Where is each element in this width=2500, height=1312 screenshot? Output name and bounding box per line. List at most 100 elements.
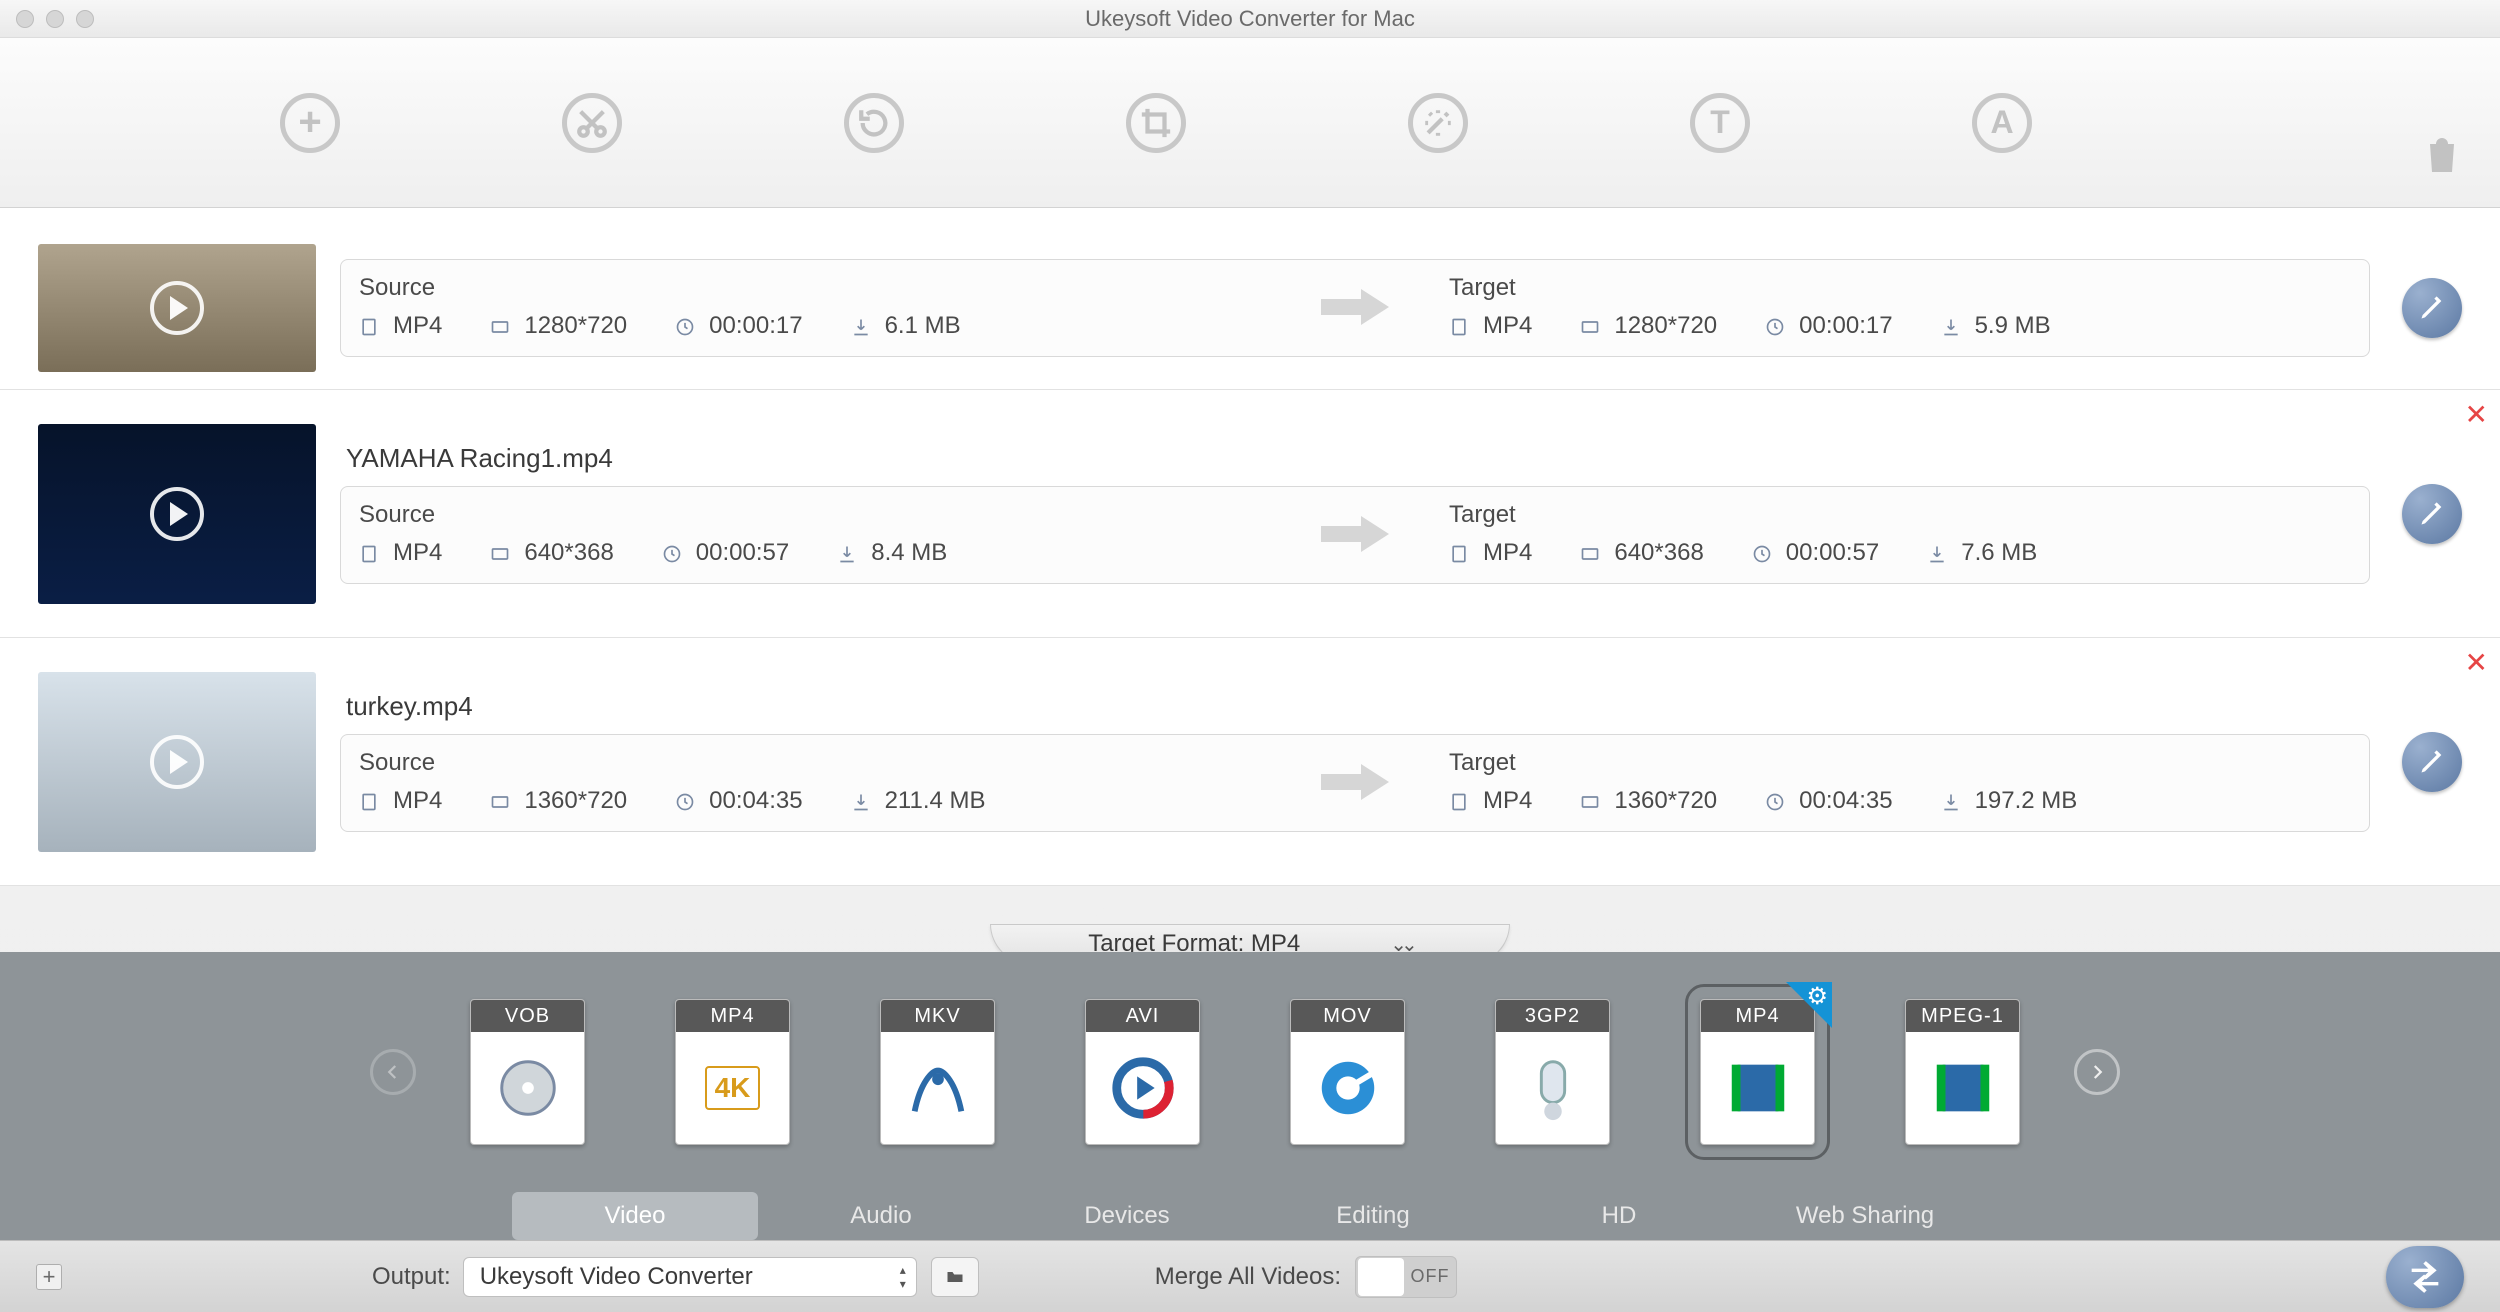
- resolution-icon: [490, 543, 510, 563]
- tab-editing[interactable]: Editing: [1250, 1192, 1496, 1240]
- duration-icon: [1765, 316, 1785, 336]
- source-duration: 00:00:17: [709, 312, 802, 340]
- format-tile-mpeg-1[interactable]: MPEG-1: [1905, 999, 2020, 1145]
- convert-button[interactable]: [2386, 1246, 2464, 1308]
- target-size: 197.2 MB: [1975, 787, 2078, 815]
- format-tile-label: MKV: [881, 1000, 994, 1032]
- remove-item-button[interactable]: ✕: [2465, 646, 2488, 679]
- size-icon: [837, 543, 857, 563]
- watermark-button[interactable]: A: [1972, 93, 2032, 153]
- target-resolution: 640*368: [1614, 539, 1703, 567]
- tab-video[interactable]: Video: [512, 1192, 758, 1240]
- edit-item-button[interactable]: [2402, 732, 2462, 792]
- remove-item-button[interactable]: ✕: [2465, 398, 2488, 431]
- list-item[interactable]: ✕ YAMAHA Racing1.mp4 Source MP4 640*368 …: [0, 390, 2500, 638]
- format-tile-mov[interactable]: MOV: [1290, 999, 1405, 1145]
- resolution-icon: [1580, 791, 1600, 811]
- merge-toggle[interactable]: OFF: [1355, 1256, 1457, 1298]
- merge-state: OFF: [1404, 1266, 1456, 1287]
- file-name: YAMAHA Racing1.mp4: [346, 443, 2370, 474]
- source-resolution: 1360*720: [524, 787, 627, 815]
- source-label: Source: [359, 501, 1261, 529]
- titlebar: Ukeysoft Video Converter for Mac: [0, 0, 2500, 38]
- play-icon[interactable]: [150, 487, 204, 541]
- tab-hd[interactable]: HD: [1496, 1192, 1742, 1240]
- format-category-tabs: VideoAudioDevicesEditingHDWeb Sharing: [0, 1192, 2500, 1240]
- format-tile-mp4[interactable]: MP4: [1700, 999, 1815, 1145]
- target-size: 7.6 MB: [1961, 539, 2037, 567]
- format-tile-icon: [1928, 1032, 1998, 1144]
- tab-devices[interactable]: Devices: [1004, 1192, 1250, 1240]
- combo-stepper-icon: ▴▾: [900, 1263, 906, 1291]
- target-format: MP4: [1483, 539, 1532, 567]
- target-size: 5.9 MB: [1975, 312, 2051, 340]
- format-tile-icon: [1518, 1032, 1588, 1144]
- target-format: MP4: [1483, 312, 1532, 340]
- tab-audio[interactable]: Audio: [758, 1192, 1004, 1240]
- resolution-icon: [1580, 316, 1600, 336]
- format-strip: VOB MP44K MKV AVI MOV 3GP2 MP4 MPEG-1: [0, 952, 2500, 1192]
- formats-next-button[interactable]: [2074, 1049, 2120, 1095]
- format-tile-icon: [1313, 1032, 1383, 1144]
- format-icon: [359, 316, 379, 336]
- subtitle-button[interactable]: T: [1690, 93, 1750, 153]
- source-format: MP4: [393, 787, 442, 815]
- list-item[interactable]: Source MP4 1280*720 00:00:17 6.1 MB Targ…: [0, 208, 2500, 390]
- duration-icon: [675, 316, 695, 336]
- edit-item-button[interactable]: [2402, 278, 2462, 338]
- source-format: MP4: [393, 539, 442, 567]
- size-icon: [1927, 543, 1947, 563]
- formats-prev-button[interactable]: [370, 1049, 416, 1095]
- arrow-icon: [1321, 762, 1389, 802]
- effect-button[interactable]: [1408, 93, 1468, 153]
- toggle-knob: [1358, 1258, 1404, 1296]
- target-resolution: 1280*720: [1614, 312, 1717, 340]
- source-target-panel: Source MP4 640*368 00:00:57 8.4 MB Targe…: [340, 486, 2370, 584]
- format-tile-icon: [1723, 1032, 1793, 1144]
- video-thumbnail[interactable]: [38, 672, 316, 852]
- source-size: 8.4 MB: [871, 539, 947, 567]
- play-icon[interactable]: [150, 281, 204, 335]
- source-target-panel: Source MP4 1280*720 00:00:17 6.1 MB Targ…: [340, 259, 2370, 357]
- format-icon: [1449, 791, 1469, 811]
- video-thumbnail[interactable]: [38, 424, 316, 604]
- target-label: Target: [1449, 501, 2351, 529]
- target-duration: 00:04:35: [1799, 787, 1892, 815]
- format-tile-icon: 4K: [705, 1032, 761, 1144]
- store-icon[interactable]: [2414, 130, 2470, 178]
- play-icon[interactable]: [150, 735, 204, 789]
- bottom-bar: + Output: Ukeysoft Video Converter ▴▾ Me…: [0, 1240, 2500, 1312]
- trim-button[interactable]: [562, 93, 622, 153]
- crop-button[interactable]: [1126, 93, 1186, 153]
- format-tile-3gp2[interactable]: 3GP2: [1495, 999, 1610, 1145]
- video-thumbnail[interactable]: [38, 244, 316, 372]
- resolution-icon: [1580, 543, 1600, 563]
- add-small-button[interactable]: +: [36, 1264, 62, 1290]
- format-tile-vob[interactable]: VOB: [470, 999, 585, 1145]
- tab-web-sharing[interactable]: Web Sharing: [1742, 1192, 1988, 1240]
- duration-icon: [1765, 791, 1785, 811]
- list-item[interactable]: ✕ turkey.mp4 Source MP4 1360*720 00:04:3…: [0, 638, 2500, 886]
- arrow-icon: [1321, 287, 1389, 327]
- format-tile-mp4[interactable]: MP44K: [675, 999, 790, 1145]
- file-name: turkey.mp4: [346, 691, 2370, 722]
- format-tile-label: MOV: [1291, 1000, 1404, 1032]
- rotate-button[interactable]: [844, 93, 904, 153]
- size-icon: [851, 316, 871, 336]
- source-size: 211.4 MB: [885, 787, 986, 815]
- target-label: Target: [1449, 749, 2351, 777]
- arrow-icon: [1321, 514, 1389, 554]
- output-path-combo[interactable]: Ukeysoft Video Converter ▴▾: [463, 1257, 917, 1297]
- format-tile-avi[interactable]: AVI: [1085, 999, 1200, 1145]
- add-file-button[interactable]: +: [280, 93, 340, 153]
- format-tile-label: 3GP2: [1496, 1000, 1609, 1032]
- format-tile-label: VOB: [471, 1000, 584, 1032]
- merge-label: Merge All Videos:: [1155, 1263, 1341, 1291]
- format-icon: [359, 791, 379, 811]
- format-tile-mkv[interactable]: MKV: [880, 999, 995, 1145]
- format-tile-label: AVI: [1086, 1000, 1199, 1032]
- source-label: Source: [359, 749, 1261, 777]
- source-label: Source: [359, 274, 1261, 302]
- open-output-folder-button[interactable]: [931, 1257, 979, 1297]
- edit-item-button[interactable]: [2402, 484, 2462, 544]
